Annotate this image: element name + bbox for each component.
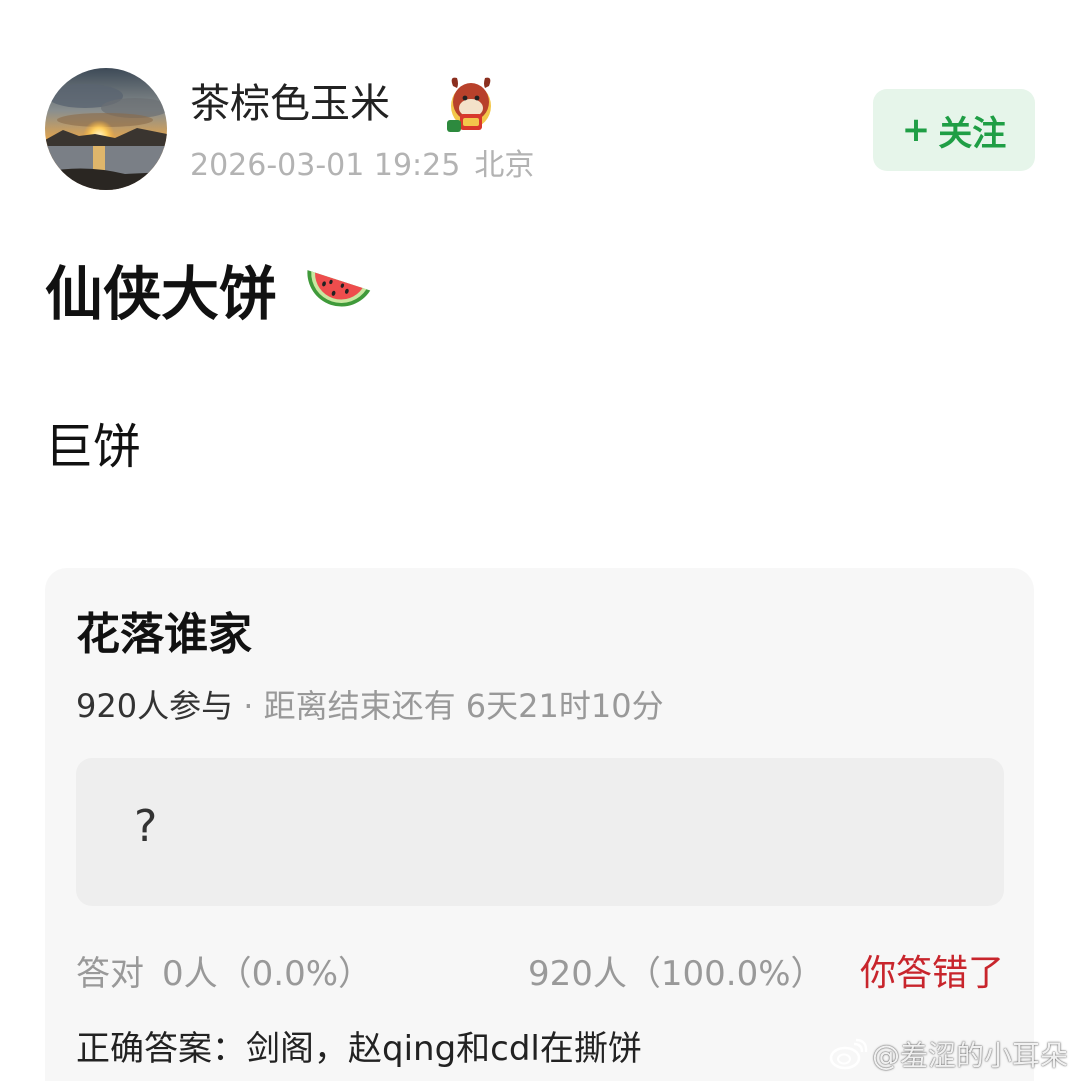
post-location: 北京 bbox=[474, 148, 535, 183]
post-body: 巨饼 bbox=[45, 419, 142, 475]
follow-label: 关注 bbox=[938, 113, 1007, 154]
quiz-question-text: ? bbox=[134, 801, 158, 852]
wrong-count: 920人（100.0%） bbox=[528, 954, 825, 994]
post-page: 茶棕色玉米 2026-03-01 19:25 北京 + 关注 仙侠大饼 巨饼 花… bbox=[0, 0, 1080, 1081]
author-name[interactable]: 茶棕色玉米 bbox=[190, 78, 390, 130]
lucky-cow-icon bbox=[443, 72, 499, 134]
quiz-countdown: 距离结束还有 6天21时10分 bbox=[263, 687, 664, 725]
weibo-icon bbox=[829, 1038, 868, 1070]
correct-label: 答对 bbox=[76, 954, 144, 994]
quiz-participants: 920人参与 bbox=[76, 687, 234, 725]
follow-button[interactable]: + 关注 bbox=[873, 89, 1035, 171]
quiz-subtitle: 920人参与 · 距离结束还有 6天21时10分 bbox=[76, 685, 664, 727]
post-title: 仙侠大饼 bbox=[45, 260, 278, 328]
quiz-separator: · bbox=[233, 687, 264, 725]
watermark-text: @羞涩的小耳朵 bbox=[871, 1039, 1068, 1072]
sunset-landscape-avatar bbox=[45, 68, 167, 190]
post-meta: 2026-03-01 19:25 北京 bbox=[190, 146, 534, 186]
plus-icon: + bbox=[901, 110, 931, 150]
wrong-flag: 你答错了 bbox=[859, 953, 1004, 994]
post-timestamp: 2026-03-01 19:25 bbox=[190, 148, 461, 183]
quiz-card[interactable]: 花落谁家 920人参与 · 距离结束还有 6天21时10分 ? 答对 0人（0.0… bbox=[45, 568, 1034, 1081]
watermark: @羞涩的小耳朵 bbox=[828, 1034, 1068, 1074]
quiz-result-row: 答对 0人（0.0%） 920人（100.0%） 你答错了 bbox=[76, 952, 1004, 996]
avatar[interactable] bbox=[45, 68, 167, 190]
quiz-question-box: ? bbox=[76, 758, 1004, 906]
correct-answer: 正确答案：剑阁，赵qing和cdl在撕饼 bbox=[76, 1029, 642, 1069]
quiz-title: 花落谁家 bbox=[76, 609, 252, 660]
watermelon-icon bbox=[300, 262, 374, 326]
correct-count: 0人（0.0%） bbox=[162, 954, 373, 994]
